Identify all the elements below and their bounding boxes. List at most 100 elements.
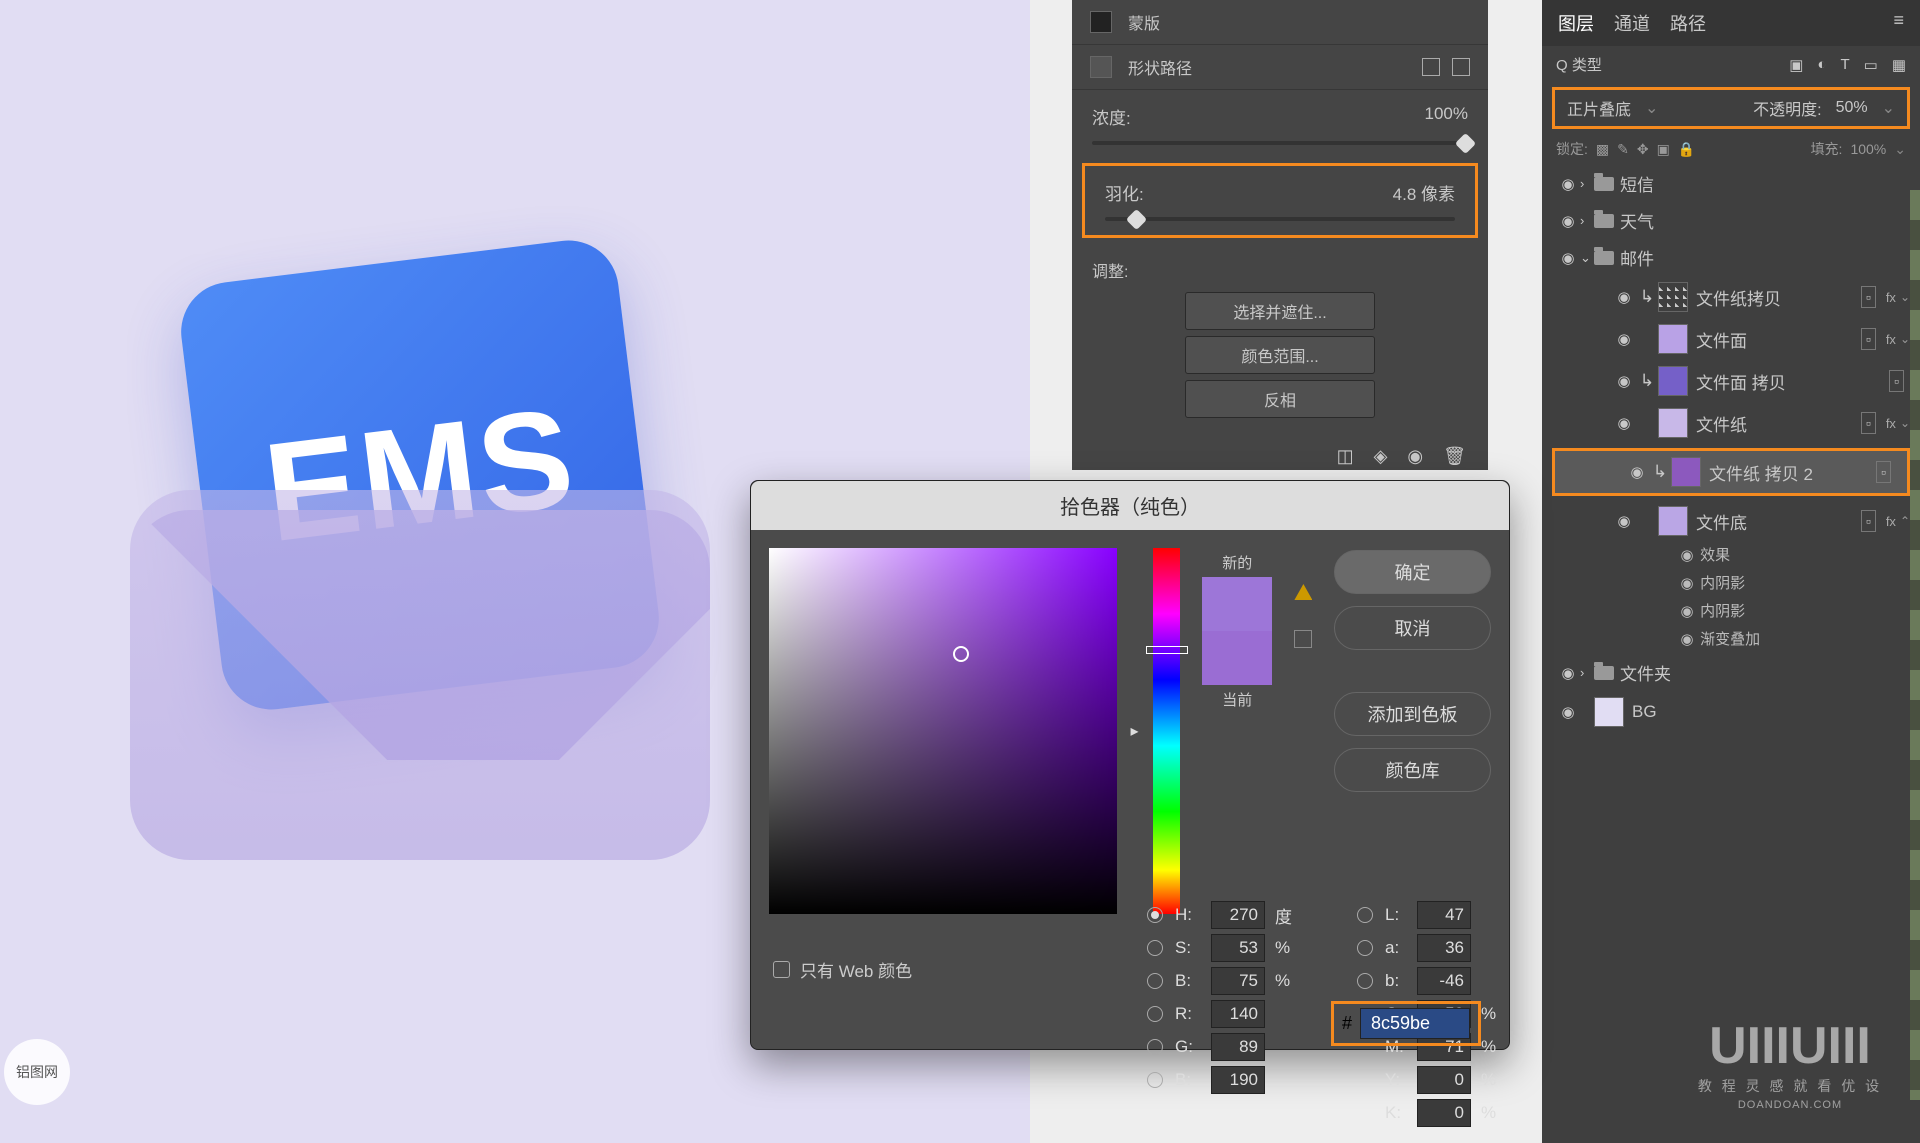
layer-face[interactable]: ◉文件面▫fx⌄	[1542, 318, 1920, 360]
gamut-warning-icon[interactable]	[1294, 584, 1312, 600]
radio-a[interactable]	[1357, 940, 1373, 956]
visibility-icon[interactable]: ◉	[1612, 512, 1636, 530]
color-range-button[interactable]: 颜色范围...	[1185, 336, 1375, 374]
invert-button[interactable]: 反相	[1185, 380, 1375, 418]
current-color-swatch[interactable]	[1202, 631, 1272, 685]
layer-base[interactable]: ◉文件底▫fx⌃	[1542, 500, 1920, 542]
visibility-icon[interactable]: ◉	[1556, 703, 1580, 721]
mask-mode-icon[interactable]	[1422, 58, 1440, 76]
layer-paper-copy-2-selected-highlighted[interactable]: ◉↳文件纸 拷贝 2▫	[1552, 448, 1910, 496]
slider-thumb-icon[interactable]	[1455, 133, 1476, 154]
radio-l[interactable]	[1357, 907, 1373, 923]
radio-g[interactable]	[1147, 1039, 1163, 1055]
select-and-mask-button[interactable]: 选择并遮住...	[1185, 292, 1375, 330]
layer-bg[interactable]: ◉BG	[1542, 691, 1920, 733]
layer-folder-sms[interactable]: ◉›短信	[1542, 165, 1920, 202]
layer-paper[interactable]: ◉文件纸▫fx⌄	[1542, 402, 1920, 444]
load-selection-icon[interactable]: ◫	[1337, 446, 1354, 467]
link-icon[interactable]: ▫	[1861, 412, 1876, 434]
cancel-button[interactable]: 取消	[1334, 606, 1491, 650]
color-field[interactable]	[769, 548, 1117, 914]
lock-all-icon[interactable]: 🔒	[1678, 141, 1695, 158]
hue-cursor-icon[interactable]	[1146, 646, 1188, 654]
apply-mask-icon[interactable]: ◈	[1374, 446, 1388, 467]
lock-pixels-icon[interactable]: ▩	[1596, 141, 1609, 158]
h-input[interactable]: 270	[1211, 901, 1265, 929]
fill-input[interactable]: 100%	[1850, 141, 1886, 157]
l-input[interactable]: 47	[1417, 901, 1471, 929]
kind-filter[interactable]: Q 类型	[1556, 54, 1602, 75]
tab-paths[interactable]: 路径	[1670, 10, 1706, 36]
background-strip	[1910, 190, 1920, 1100]
delete-mask-icon[interactable]: 🗑	[1443, 446, 1466, 467]
blend-mode-select[interactable]: 正片叠底	[1567, 96, 1631, 120]
radio-r[interactable]	[1147, 1006, 1163, 1022]
layer-face-copy[interactable]: ◉↳文件面 拷贝▫	[1542, 360, 1920, 402]
filter-smart-icon[interactable]: ▦	[1892, 56, 1906, 74]
hash-label: #	[1342, 1013, 1352, 1034]
visibility-icon[interactable]: ◉	[1625, 463, 1649, 481]
lock-paint-icon[interactable]: ✎	[1617, 141, 1629, 158]
mask-select-icon[interactable]	[1452, 58, 1470, 76]
toggle-mask-icon[interactable]: ◉	[1407, 446, 1423, 467]
link-icon[interactable]: ▫	[1861, 510, 1876, 532]
layer-folder-weather[interactable]: ◉›天气	[1542, 202, 1920, 239]
color-cursor-icon[interactable]	[953, 646, 969, 662]
properties-panel: 蒙版 形状路径 浓度:100% 羽化:4.8 像素 调整: 选择并遮住... 颜…	[1072, 0, 1488, 470]
visibility-icon[interactable]: ◉	[1556, 249, 1580, 267]
visibility-icon[interactable]: ◉	[1612, 414, 1636, 432]
visibility-icon[interactable]: ◉	[1556, 175, 1580, 193]
slider-thumb-icon[interactable]	[1126, 209, 1147, 230]
layer-folder-docs[interactable]: ◉›文件夹	[1542, 654, 1920, 691]
link-icon[interactable]: ▫	[1889, 370, 1904, 392]
visibility-icon[interactable]: ◉	[1556, 212, 1580, 230]
radio-b[interactable]	[1147, 973, 1163, 989]
bc-input[interactable]: 190	[1211, 1066, 1265, 1094]
visibility-icon[interactable]: ◉	[1612, 330, 1636, 348]
color-library-button[interactable]: 颜色库	[1334, 748, 1491, 792]
hue-arrow-icon[interactable]: ▸	[1131, 721, 1139, 741]
b-input[interactable]: -46	[1417, 967, 1471, 995]
visibility-icon[interactable]: ◉	[1612, 372, 1636, 390]
opacity-input[interactable]: 50%	[1836, 99, 1868, 117]
s-input[interactable]: 53	[1211, 934, 1265, 962]
visibility-icon[interactable]: ◉	[1612, 288, 1636, 306]
lock-position-icon[interactable]: ✥	[1637, 141, 1649, 158]
filter-adjust-icon[interactable]: ◐	[1817, 56, 1826, 74]
a-input[interactable]: 36	[1417, 934, 1471, 962]
add-swatch-button[interactable]: 添加到色板	[1334, 692, 1491, 736]
k-input[interactable]: 0	[1417, 1099, 1471, 1127]
layer-folder-mail[interactable]: ◉⌄邮件	[1542, 239, 1920, 276]
g-input[interactable]: 89	[1211, 1033, 1265, 1061]
tab-channels[interactable]: 通道	[1614, 10, 1650, 36]
link-icon[interactable]: ▫	[1876, 461, 1891, 483]
r-input[interactable]: 140	[1211, 1000, 1265, 1028]
layer-paper-copy[interactable]: ◉↳文件纸拷贝▫fx⌄	[1542, 276, 1920, 318]
hue-strip[interactable]	[1153, 548, 1180, 914]
checkbox-icon[interactable]	[773, 961, 790, 978]
visibility-icon[interactable]: ◉	[1556, 664, 1580, 682]
web-only-checkbox[interactable]: 只有 Web 颜色	[773, 957, 912, 982]
filter-shape-icon[interactable]: ▭	[1864, 56, 1878, 74]
density-slider[interactable]: 浓度:100%	[1072, 90, 1488, 159]
link-icon[interactable]: ▫	[1861, 286, 1876, 308]
tab-layers[interactable]: 图层	[1558, 10, 1594, 36]
ok-button[interactable]: 确定	[1334, 550, 1491, 594]
effect-inner-shadow-1[interactable]: ◉ 内阴影	[1542, 570, 1920, 598]
radio-bc[interactable]	[1147, 1072, 1163, 1088]
radio-s[interactable]	[1147, 940, 1163, 956]
bv-input[interactable]: 75	[1211, 967, 1265, 995]
feather-slider-highlighted[interactable]: 羽化:4.8 像素	[1082, 163, 1478, 238]
radio-h[interactable]	[1147, 907, 1163, 923]
effect-inner-shadow-2[interactable]: ◉ 内阴影	[1542, 598, 1920, 626]
effect-gradient-overlay[interactable]: ◉ 渐变叠加	[1542, 626, 1920, 654]
hex-input[interactable]: 8c59be	[1360, 1008, 1470, 1039]
radio-b2[interactable]	[1357, 973, 1373, 989]
lock-artboard-icon[interactable]: ▣	[1657, 141, 1670, 158]
cube-icon[interactable]	[1294, 630, 1312, 648]
filter-image-icon[interactable]: ▣	[1789, 56, 1803, 74]
link-icon[interactable]: ▫	[1861, 328, 1876, 350]
panel-menu-icon[interactable]: ≡	[1893, 10, 1904, 36]
y-input[interactable]: 0	[1417, 1066, 1471, 1094]
filter-type-icon[interactable]: T	[1840, 56, 1849, 74]
